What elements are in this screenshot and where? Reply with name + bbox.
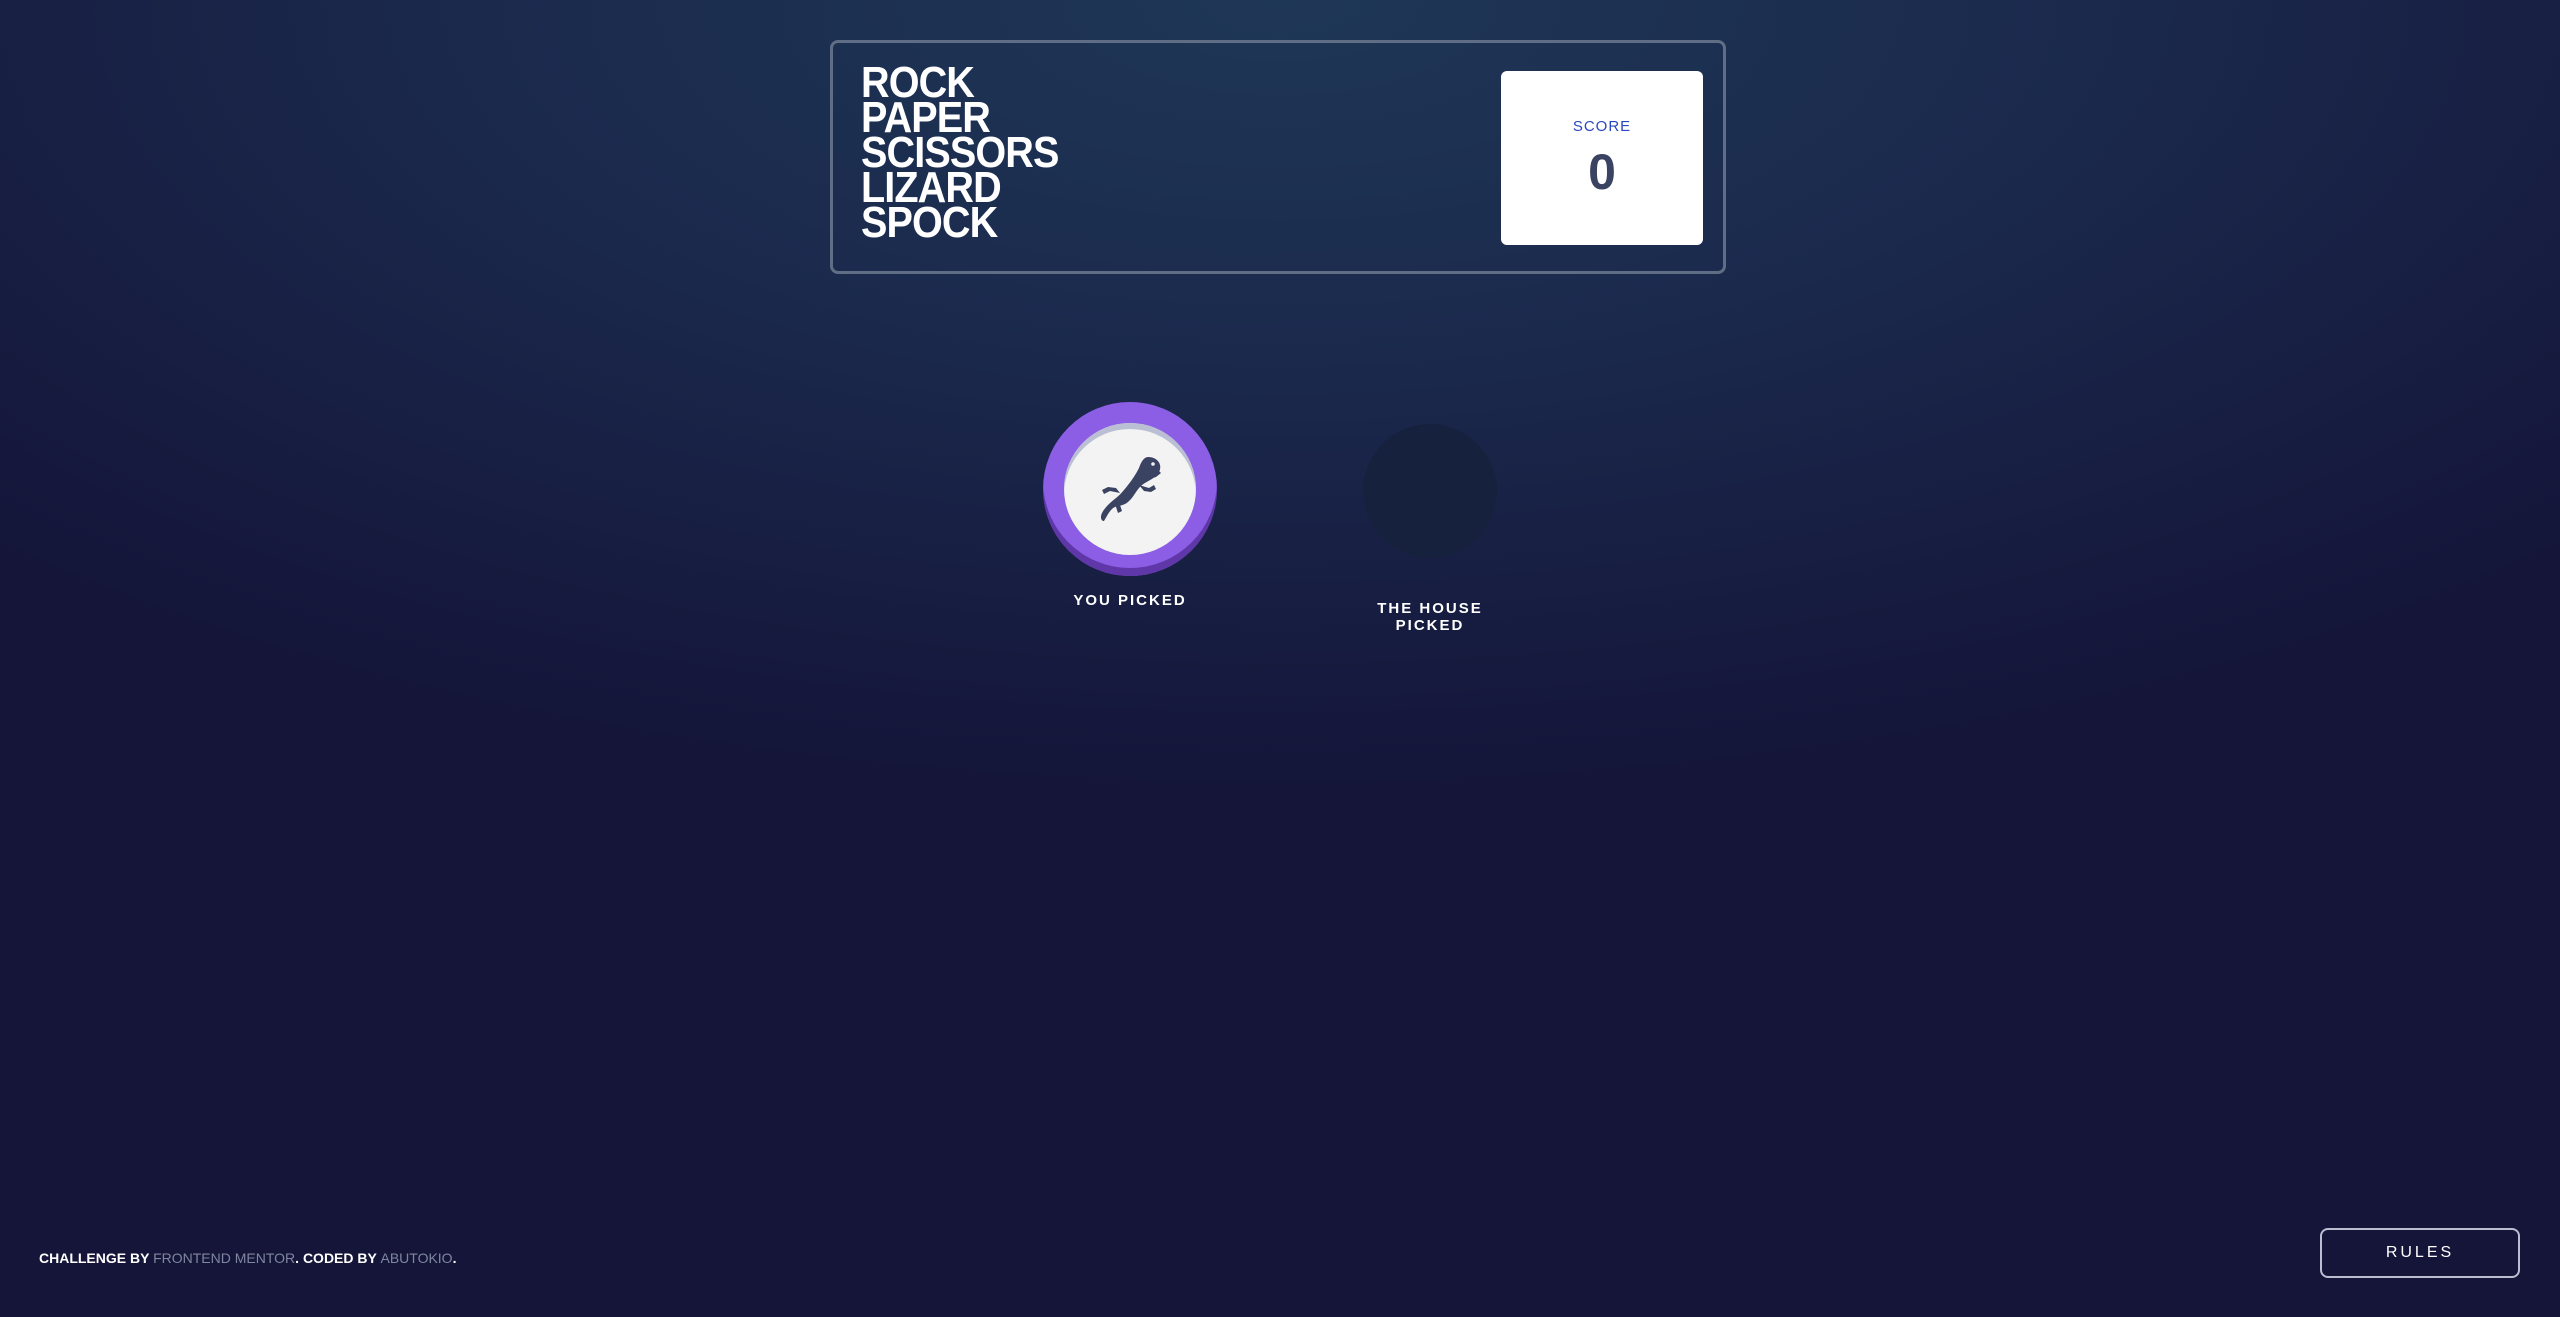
- attribution: CHALLENGE BY FRONTEND MENTOR. CODED BY A…: [39, 1250, 456, 1266]
- game-title: ROCK PAPER SCISSORS LIZARD SPOCK: [861, 61, 1059, 247]
- score-label: SCORE: [1572, 118, 1632, 135]
- house-pick-placeholder: [1363, 424, 1497, 558]
- house-picked-label: THE HOUSE PICKED: [1377, 600, 1483, 634]
- lizard-icon: [1100, 457, 1161, 521]
- lizard-chip: [1043, 402, 1217, 576]
- author-link[interactable]: ABUTOKIO: [380, 1250, 452, 1266]
- score-value: 0: [1588, 144, 1616, 200]
- house-pick: THE HOUSE PICKED: [1340, 402, 1520, 634]
- attribution-suffix: .: [452, 1250, 457, 1266]
- frontend-mentor-link[interactable]: FRONTEND MENTOR: [153, 1250, 295, 1266]
- attribution-prefix: CHALLENGE BY: [39, 1250, 154, 1266]
- rules-button[interactable]: RULES: [2320, 1228, 2520, 1278]
- title-line-spock: SPOCK: [861, 198, 998, 247]
- lizard-chip-inner: [1064, 423, 1196, 555]
- player-pick: YOU PICKED: [1043, 402, 1217, 609]
- attribution-middle: . CODED BY: [295, 1250, 381, 1266]
- you-picked-label: YOU PICKED: [1073, 592, 1187, 609]
- score-box: SCORE 0: [1501, 71, 1703, 245]
- header: ROCK PAPER SCISSORS LIZARD SPOCK SCORE 0: [830, 40, 1726, 274]
